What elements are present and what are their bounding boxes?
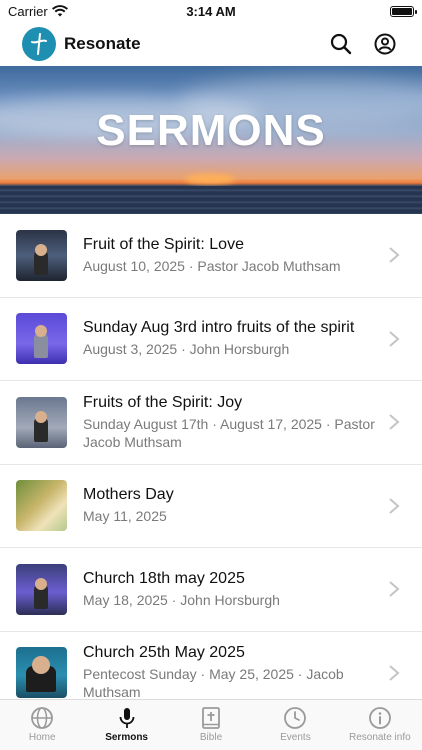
tab-label: Bible (199, 732, 223, 743)
tab-sermons[interactable]: Sermons (84, 700, 168, 750)
info-icon (368, 707, 391, 729)
sermon-thumbnail (16, 563, 67, 615)
nav-bar: Resonate (0, 22, 422, 66)
sermon-row[interactable]: Fruit of the Spirit: Love August 10, 202… (0, 214, 422, 298)
status-left: Carrier (8, 4, 148, 19)
microphone-icon (119, 708, 135, 728)
chevron-right-icon (389, 330, 400, 347)
tab-label: Sermons (105, 732, 148, 743)
sermon-subtitle: May 18, 2025 · John Horsburgh (83, 591, 280, 608)
sermon-thumbnail (16, 229, 67, 281)
wifi-icon (51, 5, 68, 17)
clock-icon (284, 707, 307, 729)
sermon-row[interactable]: Sunday Aug 3rd intro fruits of the spiri… (0, 298, 422, 381)
sermon-thumbnail (16, 480, 67, 532)
sermon-subtitle: August 10, 2025 · Pastor Jacob Muthsam (83, 257, 341, 274)
sermon-text: Sunday Aug 3rd intro fruits of the spiri… (83, 319, 380, 358)
hero-title: SERMONS (96, 106, 326, 155)
globe-icon (31, 707, 54, 729)
cross-logo-icon (31, 33, 47, 55)
hero-sun (185, 174, 235, 184)
account-button[interactable] (368, 27, 402, 61)
sermon-subtitle: Pentecost Sunday · May 25, 2025 · Jacob … (83, 666, 344, 698)
bible-icon (202, 707, 220, 729)
sermon-row[interactable]: Church 18th may 2025 May 18, 2025 · John… (0, 548, 422, 632)
sermon-text: Mothers Day May 11, 2025 (83, 486, 380, 525)
hero-sea (0, 186, 422, 214)
sermon-title: Church 25th May 2025 (83, 644, 245, 662)
chevron-right-icon (389, 497, 400, 514)
tab-label: Home (28, 732, 56, 743)
search-button[interactable] (324, 27, 358, 61)
carrier-label: Carrier (8, 3, 48, 19)
battery-icon (390, 5, 417, 17)
sermon-subtitle: May 11, 2025 (83, 508, 167, 525)
sermon-subtitle: Sunday August 17th · August 17, 2025 · P… (83, 415, 375, 450)
sermon-list: Fruit of the Spirit: Love August 10, 202… (0, 214, 422, 698)
sermon-title: Church 18th may 2025 (83, 569, 245, 587)
sermon-text: Fruit of the Spirit: Love August 10, 202… (83, 236, 380, 275)
status-right (274, 5, 417, 17)
sermon-text: Church 25th May 2025 Pentecost Sunday · … (83, 644, 380, 698)
chevron-right-icon (389, 664, 400, 681)
tab-bible[interactable]: Bible (169, 700, 253, 750)
sermon-row[interactable]: Church 25th May 2025 Pentecost Sunday · … (0, 632, 422, 698)
chevron-right-icon (389, 247, 400, 264)
sermon-title: Fruit of the Spirit: Love (83, 235, 244, 253)
tab-label: Events (280, 732, 311, 743)
account-icon (374, 33, 396, 55)
sermon-row[interactable]: Fruits of the Spirit: Joy Sunday August … (0, 381, 422, 465)
app-logo (22, 27, 56, 61)
sermon-title: Fruits of the Spirit: Joy (83, 393, 243, 411)
sermon-text: Fruits of the Spirit: Joy Sunday August … (83, 394, 380, 451)
sermon-subtitle: August 3, 2025 · John Horsburgh (83, 341, 290, 358)
sermon-thumbnail (16, 313, 67, 365)
sermon-text: Church 18th may 2025 May 18, 2025 · John… (83, 570, 380, 609)
sermon-thumbnail (16, 647, 67, 698)
status-time: 3:14 AM (186, 3, 236, 19)
app-title: Resonate (64, 34, 141, 53)
sermon-title: Mothers Day (83, 486, 174, 504)
tab-label: Resonate info (348, 732, 411, 743)
chevron-right-icon (389, 414, 400, 431)
sermon-title: Sunday Aug 3rd intro fruits of the spiri… (83, 319, 355, 337)
search-icon (330, 33, 352, 55)
sermon-row[interactable]: Mothers Day May 11, 2025 (0, 465, 422, 548)
tab-bar: Home Sermons Bible Events Resonate info (0, 699, 422, 750)
hero-banner: SERMONS (0, 66, 422, 214)
tab-home[interactable]: Home (0, 700, 84, 750)
sermon-thumbnail (16, 396, 67, 448)
tab-resonate-info[interactable]: Resonate info (338, 700, 422, 750)
tab-events[interactable]: Events (253, 700, 337, 750)
status-bar: Carrier 3:14 AM (0, 0, 422, 22)
chevron-right-icon (389, 581, 400, 598)
